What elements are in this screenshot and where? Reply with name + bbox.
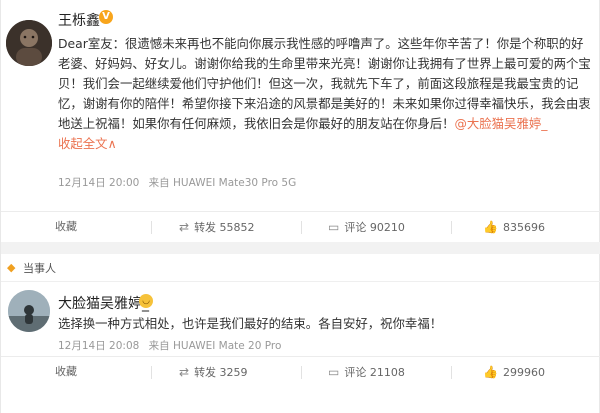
like-count: 299960 — [502, 366, 545, 379]
post-da-lian-mao: 大脸猫吴雅婷_ ◡ 选择换一种方式相处，也许是我们最好的结束。各自安好，祝你幸福… — [1, 290, 600, 413]
post-date[interactable]: 12月14日 20:00 — [58, 177, 139, 189]
like-button[interactable]: 👍 835696 — [483, 212, 545, 242]
action-bar: 收藏 ⇄ 转发 3259 ▭ 评论 21108 👍 299960 — [1, 356, 600, 386]
divider — [451, 366, 452, 379]
favorite-button[interactable]: 收藏 — [55, 212, 77, 242]
comment-count: 评论 21108 — [344, 366, 405, 379]
chevron-up-icon: ∧ — [107, 136, 117, 151]
like-icon: 👍 — [483, 220, 498, 234]
like-button[interactable]: 👍 299960 — [483, 357, 545, 387]
action-bar: 收藏 ⇄ 转发 55852 ▭ 评论 90210 👍 835696 — [1, 211, 600, 241]
weibo-screenshot: 王栎鑫 V Dear室友：很遗憾未来再也不能向你展示我性感的呼噜声了。这些年你辛… — [0, 0, 600, 413]
like-icon: 👍 — [483, 365, 498, 379]
author-name[interactable]: 大脸猫吴雅婷_ — [58, 293, 149, 313]
post-content: Dear室友：很遗憾未来再也不能向你展示我性感的呼噜声了。这些年你辛苦了！你是个… — [58, 34, 591, 154]
comment-button[interactable]: ▭ 评论 21108 — [328, 357, 405, 387]
like-count: 835696 — [502, 221, 545, 234]
comment-count: 评论 90210 — [344, 221, 405, 234]
favorite-label: 收藏 — [55, 220, 77, 233]
verified-badge-icon: V — [99, 10, 113, 24]
divider — [151, 221, 152, 234]
divider — [301, 221, 302, 234]
post-meta: 12月14日 20:00 来自 HUAWEI Mate30 Pro 5G — [58, 175, 302, 190]
repost-button[interactable]: ⇄ 转发 3259 — [179, 357, 248, 387]
mention-link[interactable]: @大脸猫吴雅婷_ — [455, 116, 548, 131]
section-divider — [1, 242, 600, 254]
post-source: 来自 HUAWEI Mate 20 Pro — [148, 340, 282, 352]
repost-count: 转发 3259 — [194, 366, 248, 379]
collapse-link[interactable]: 收起全文∧ — [58, 136, 117, 151]
favorite-label: 收藏 — [55, 365, 77, 378]
repost-icon: ⇄ — [179, 220, 190, 234]
avatar-image — [6, 20, 52, 66]
author-name[interactable]: 王栎鑫 — [58, 10, 100, 30]
tag-icon: ◆ — [7, 261, 16, 274]
repost-icon: ⇄ — [179, 365, 190, 379]
comment-button[interactable]: ▭ 评论 90210 — [328, 212, 405, 242]
post-source: 来自 HUAWEI Mate30 Pro 5G — [148, 177, 297, 189]
smile-emoji-icon: ◡ — [139, 294, 153, 308]
avatar-image — [8, 290, 50, 332]
post-wang-lixin: 王栎鑫 V Dear室友：很遗憾未来再也不能向你展示我性感的呼噜声了。这些年你辛… — [1, 0, 600, 242]
tag-label: 当事人 — [23, 262, 56, 275]
divider — [301, 366, 302, 379]
repost-count: 转发 55852 — [194, 221, 255, 234]
collapse-label: 收起全文 — [58, 136, 108, 151]
post-content: 选择换一种方式相处，也许是我们最好的结束。各自安好，祝你幸福！ — [58, 316, 443, 331]
divider — [451, 221, 452, 234]
divider — [151, 366, 152, 379]
comment-icon: ▭ — [328, 220, 340, 234]
avatar[interactable] — [8, 290, 50, 332]
post-meta: 12月14日 20:08 来自 HUAWEI Mate 20 Pro — [58, 338, 287, 353]
avatar[interactable] — [6, 20, 52, 66]
comment-icon: ▭ — [328, 365, 340, 379]
post-date[interactable]: 12月14日 20:08 — [58, 340, 139, 352]
repost-button[interactable]: ⇄ 转发 55852 — [179, 212, 255, 242]
favorite-button[interactable]: 收藏 — [55, 357, 77, 387]
tag-row: ◆ 当事人 — [1, 254, 600, 282]
